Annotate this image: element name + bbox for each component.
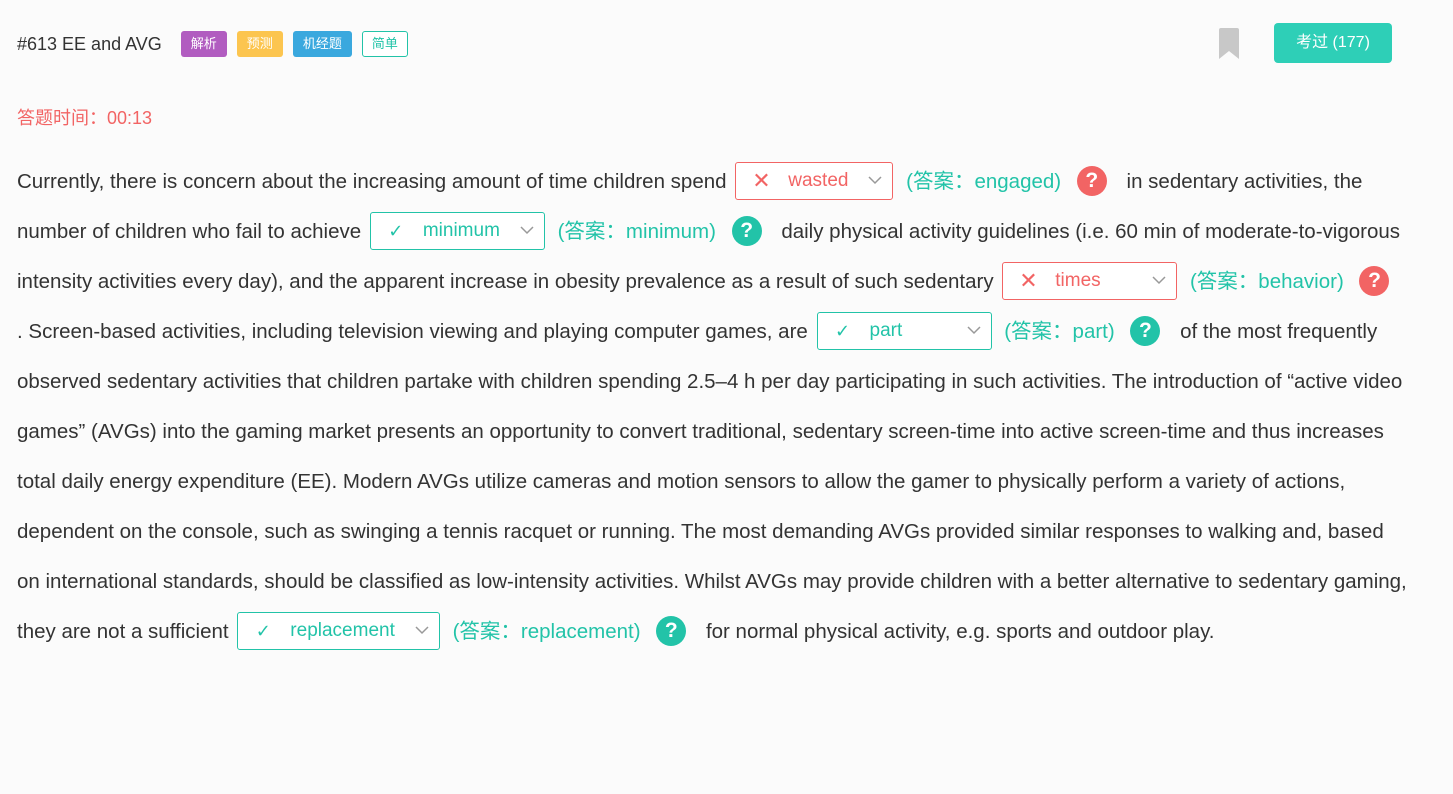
tag-analysis[interactable]: 解析 (180, 31, 227, 57)
selected-value: replacement (290, 619, 395, 641)
passed-button[interactable]: 考过 (177) (1274, 23, 1392, 63)
selected-value: part (869, 319, 903, 341)
correct-answer: (答案：minimum) (557, 220, 716, 243)
chevron-down-icon (395, 626, 429, 635)
chevron-down-icon (947, 326, 981, 335)
correct-answer: (答案：engaged) (906, 170, 1062, 193)
answer-timer: 答题时间：00:13 (17, 108, 153, 128)
tag-exam-question[interactable]: 机经题 (292, 31, 352, 57)
check-icon: ✓ (834, 320, 851, 341)
selected-value: minimum (422, 219, 500, 241)
blank-dropdown-1[interactable]: ✕ wasted (735, 161, 894, 200)
passage-text: . Screen-based activities, including tel… (17, 320, 808, 343)
blank-dropdown-2[interactable]: ✓ minimum (369, 211, 545, 250)
check-icon: ✓ (388, 220, 404, 241)
passage: Currently, there is concern about the in… (17, 157, 1412, 657)
passage-text: of the most frequently observed sedentar… (17, 320, 1407, 643)
selected-value: times (1055, 269, 1101, 291)
passage-text: Currently, there is concern about the in… (17, 170, 727, 193)
question-title: #613 EE and AVG (17, 33, 162, 54)
cross-icon: ✕ (752, 167, 771, 193)
tag-difficulty: 简单 (361, 31, 408, 57)
correct-answer: (答案：behavior) (1189, 270, 1344, 293)
bookmark-icon[interactable] (1219, 28, 1239, 59)
help-icon[interactable]: ? (1130, 315, 1161, 346)
help-icon[interactable]: ? (731, 215, 762, 246)
blank-dropdown-4[interactable]: ✓ part (816, 311, 992, 350)
blank-dropdown-3[interactable]: ✕ times (1002, 261, 1178, 300)
tag-prediction[interactable]: 预测 (236, 31, 283, 57)
chevron-down-icon (1132, 276, 1166, 285)
help-icon[interactable]: ? (1076, 165, 1107, 196)
correct-answer: (答案：replacement) (452, 620, 641, 643)
chevron-down-icon (500, 226, 534, 235)
question-header: #613 EE and AVG 解析 预测 机经题 简单 (17, 28, 418, 60)
selected-value: wasted (788, 169, 849, 191)
passage-text: for normal physical activity, e.g. sport… (705, 620, 1215, 643)
chevron-down-icon (848, 176, 882, 185)
help-icon[interactable]: ? (1359, 265, 1390, 296)
blank-dropdown-5[interactable]: ✓ replacement (237, 611, 440, 650)
check-icon: ✓ (255, 620, 271, 641)
cross-icon: ✕ (1019, 267, 1038, 293)
correct-answer: (答案：part) (1004, 320, 1115, 343)
help-icon[interactable]: ? (656, 615, 687, 646)
